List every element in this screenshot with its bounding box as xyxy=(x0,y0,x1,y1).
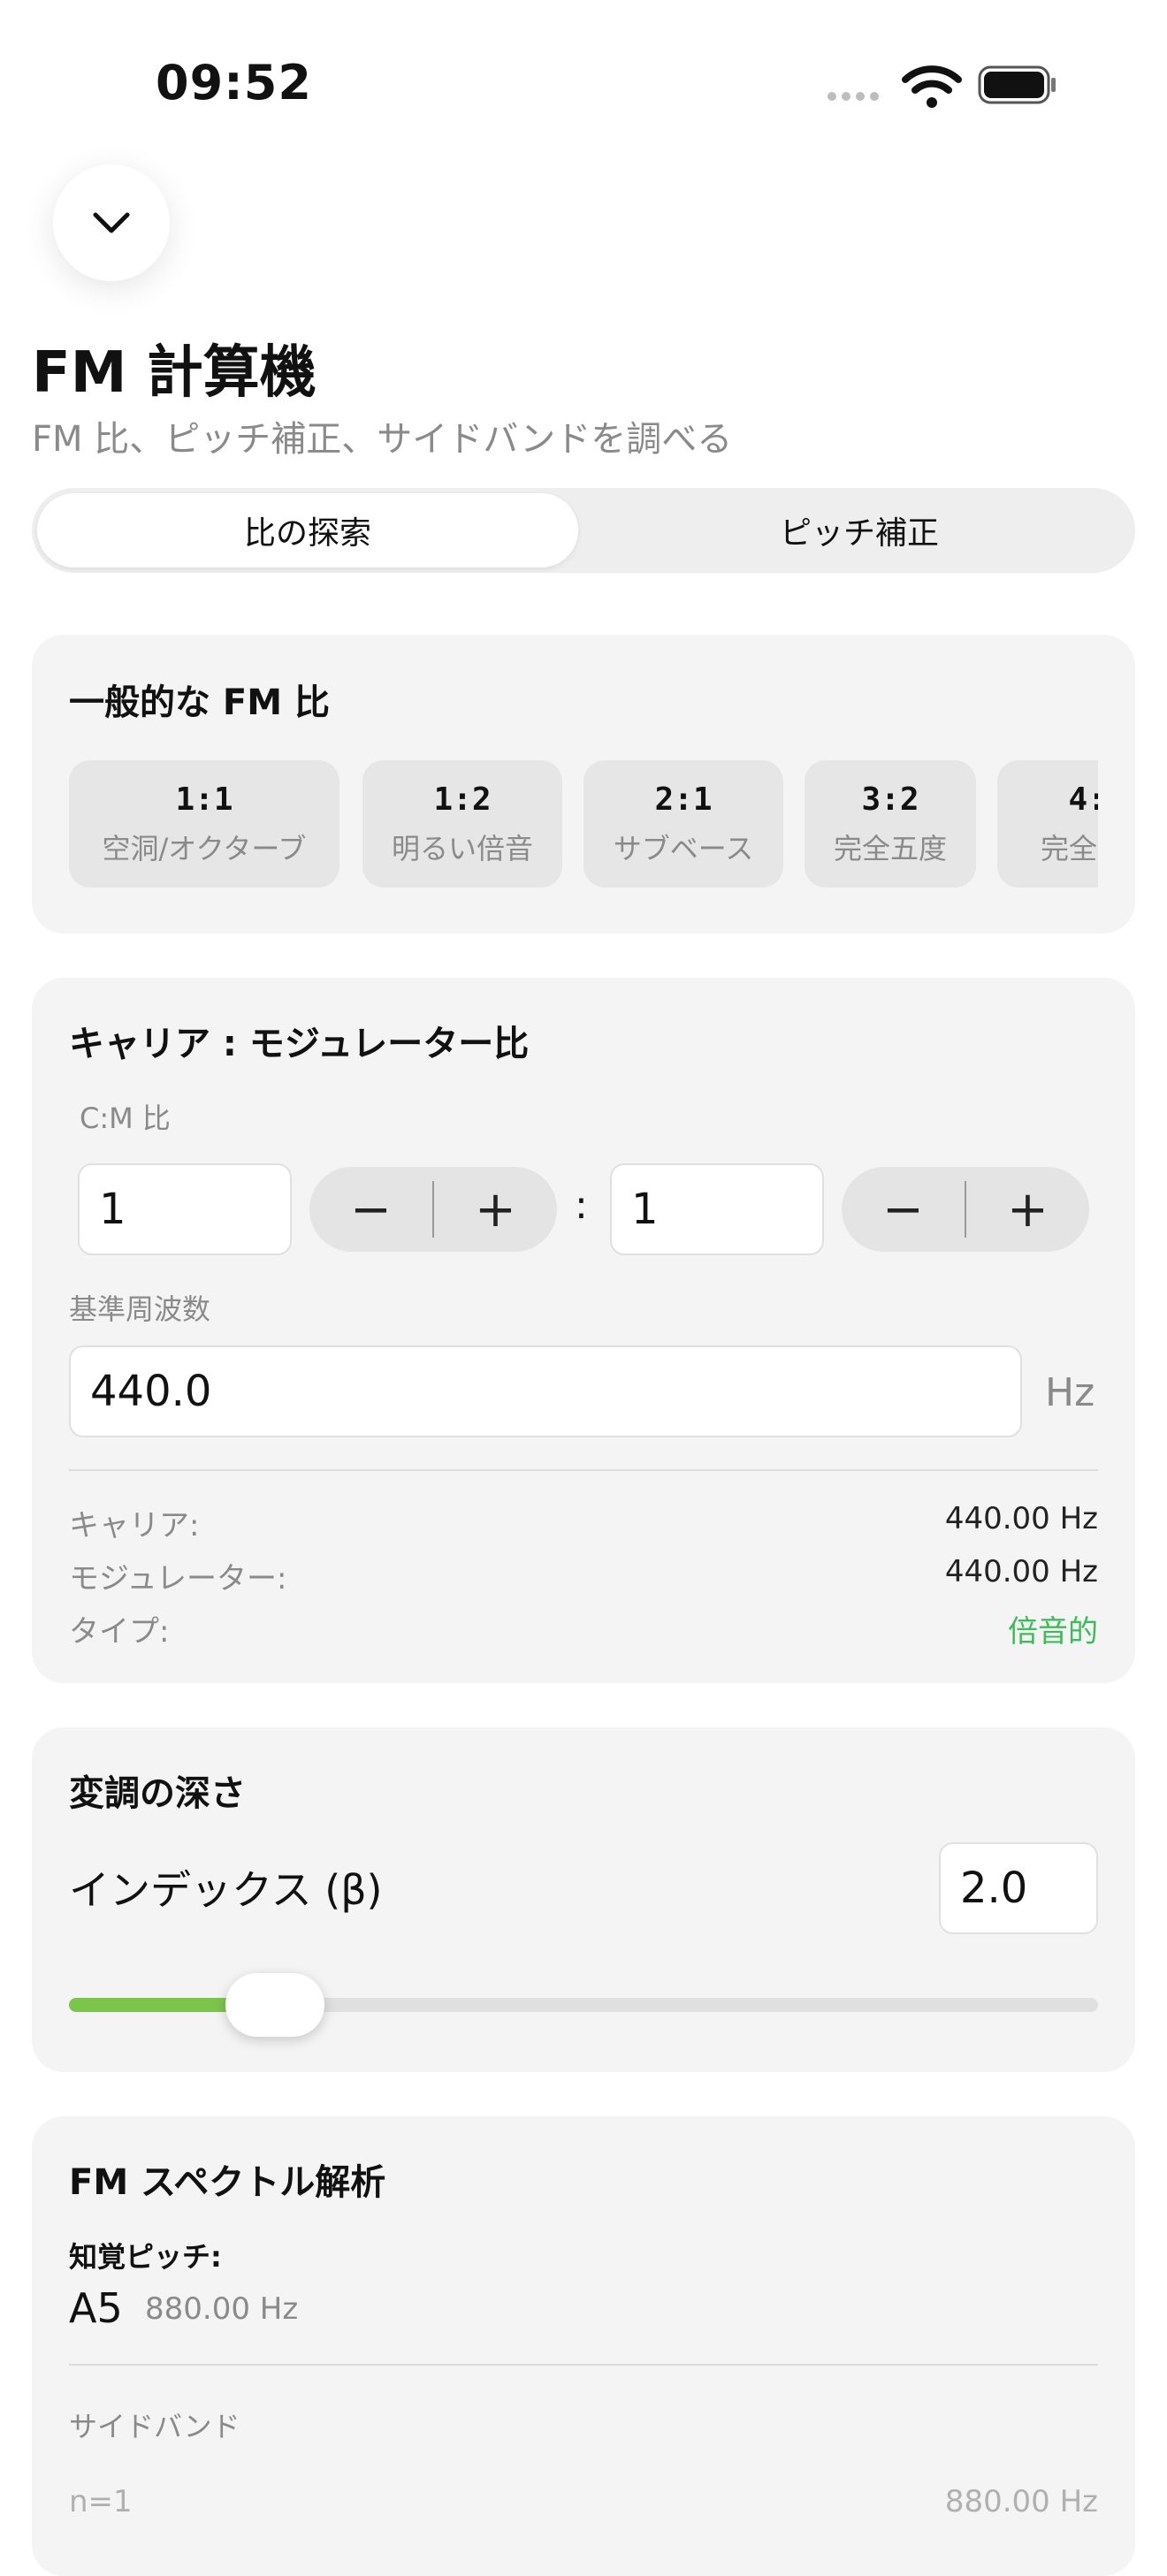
mode-segmented-control: 比の探索 ピッチ補正 xyxy=(32,488,1135,573)
cm-ratio-card: キャリア : モジュレーター比 C:M 比 1 − + : 1 − + 基準周波… xyxy=(32,978,1135,1683)
carrier-decrement-button[interactable]: − xyxy=(309,1167,432,1252)
perceived-pitch-label: 知覚ピッチ: xyxy=(69,2240,222,2274)
carrier-frequency-row: キャリア: 440.00 Hz xyxy=(69,1501,1098,1544)
common-ratios-card: 一般的な FM 比 1:1 空洞/オクターブ 1:2 明るい倍音 2:1 サブベ… xyxy=(32,635,1135,934)
index-slider[interactable] xyxy=(69,1973,1098,2037)
cm-ratio-label: C:M 比 xyxy=(80,1101,171,1135)
ratio-chip-list: 1:1 空洞/オクターブ 1:2 明るい倍音 2:1 サブベース 3:2 完全五… xyxy=(69,760,1098,889)
tab-ratio-explorer[interactable]: 比の探索 xyxy=(37,493,578,568)
ratio-colon: : xyxy=(575,1183,588,1228)
modulation-depth-card: 変調の深さ インデックス (β) 2.0 xyxy=(32,1727,1135,2072)
wifi-icon xyxy=(902,65,962,108)
status-time: 09:52 xyxy=(156,55,312,111)
spectrum-title: FM スペクトル解析 xyxy=(69,2162,386,2203)
index-input[interactable]: 2.0 xyxy=(939,1842,1098,1934)
ratio-chip-desc: 完全四度 xyxy=(1040,832,1098,865)
info-value: 440.00 Hz xyxy=(944,1554,1098,1589)
modulator-frequency-row: モジュレーター: 440.00 Hz xyxy=(69,1554,1098,1597)
chevron-down-icon xyxy=(93,212,130,233)
perceived-note: A5 xyxy=(69,2284,123,2332)
common-ratios-title: 一般的な FM 比 xyxy=(69,682,330,723)
index-slider-thumb[interactable] xyxy=(225,1973,324,2037)
modulator-ratio-input[interactable]: 1 xyxy=(610,1163,824,1255)
sideband-frequency: 880.00 Hz xyxy=(944,2484,1098,2519)
carrier-stepper: − + xyxy=(309,1167,557,1252)
frequency-unit: Hz xyxy=(1045,1370,1095,1415)
index-label: インデックス (β) xyxy=(69,1866,383,1914)
info-value: 440.00 Hz xyxy=(944,1501,1098,1536)
perceived-frequency: 880.00 Hz xyxy=(145,2291,299,2327)
sideband-index: n=1 xyxy=(69,2484,133,2519)
ratio-chip-value: 3:2 xyxy=(861,781,919,818)
ratio-chip-value: 1:2 xyxy=(433,781,492,818)
dismiss-button[interactable] xyxy=(53,164,170,281)
modulator-stepper: − + xyxy=(842,1167,1089,1252)
ratio-chip-value: 4:3 xyxy=(1068,781,1098,818)
info-key: タイプ: xyxy=(69,1614,170,1650)
modulation-depth-title: 変調の深さ xyxy=(69,1773,246,1814)
carrier-ratio-input[interactable]: 1 xyxy=(78,1163,292,1255)
ratio-chip[interactable]: 4:3 完全四度 xyxy=(997,760,1098,888)
page-title: FM 計算機 xyxy=(32,340,317,406)
ratio-chip[interactable]: 3:2 完全五度 xyxy=(805,760,976,888)
carrier-increment-button[interactable]: + xyxy=(434,1167,557,1252)
info-key: モジュレーター: xyxy=(69,1561,287,1597)
divider xyxy=(69,1469,1098,1471)
cm-ratio-title: キャリア : モジュレーター比 xyxy=(69,1024,530,1064)
ratio-chip-value: 2:1 xyxy=(654,781,713,818)
ratio-chip[interactable]: 1:1 空洞/オクターブ xyxy=(69,760,339,888)
battery-icon xyxy=(978,65,1056,104)
type-value: 倍音的 xyxy=(1008,1614,1098,1650)
ratio-chip[interactable]: 2:1 サブベース xyxy=(584,760,783,888)
sideband-row: n=1 880.00 Hz xyxy=(69,2484,1098,2519)
sidebands-label: サイドバンド xyxy=(69,2410,240,2443)
ratio-chip-desc: サブベース xyxy=(613,832,754,865)
ratio-chip-desc: 完全五度 xyxy=(833,832,947,865)
divider xyxy=(69,2364,1098,2366)
base-frequency-label: 基準周波数 xyxy=(69,1292,211,1326)
spectrum-card: FM スペクトル解析 知覚ピッチ: A5 880.00 Hz サイドバンド n=… xyxy=(32,2116,1135,2576)
ratio-chip[interactable]: 1:2 明るい倍音 xyxy=(362,760,562,888)
modulator-increment-button[interactable]: + xyxy=(966,1167,1089,1252)
ratio-chip-desc: 空洞/オクターブ xyxy=(102,832,307,865)
info-key: キャリア: xyxy=(69,1508,200,1543)
page-subtitle: FM 比、ピッチ補正、サイドバンドを調べる xyxy=(32,419,733,460)
tab-pitch-correction[interactable]: ピッチ補正 xyxy=(589,493,1130,568)
ratio-chip-value: 1:1 xyxy=(175,781,233,818)
modulator-decrement-button[interactable]: − xyxy=(842,1167,965,1252)
cellular-signal-icon xyxy=(828,92,879,101)
base-frequency-input[interactable]: 440.0 xyxy=(69,1345,1022,1437)
ratio-chip-desc: 明るい倍音 xyxy=(391,832,533,865)
type-row: タイプ: 倍音的 xyxy=(69,1607,1098,1650)
